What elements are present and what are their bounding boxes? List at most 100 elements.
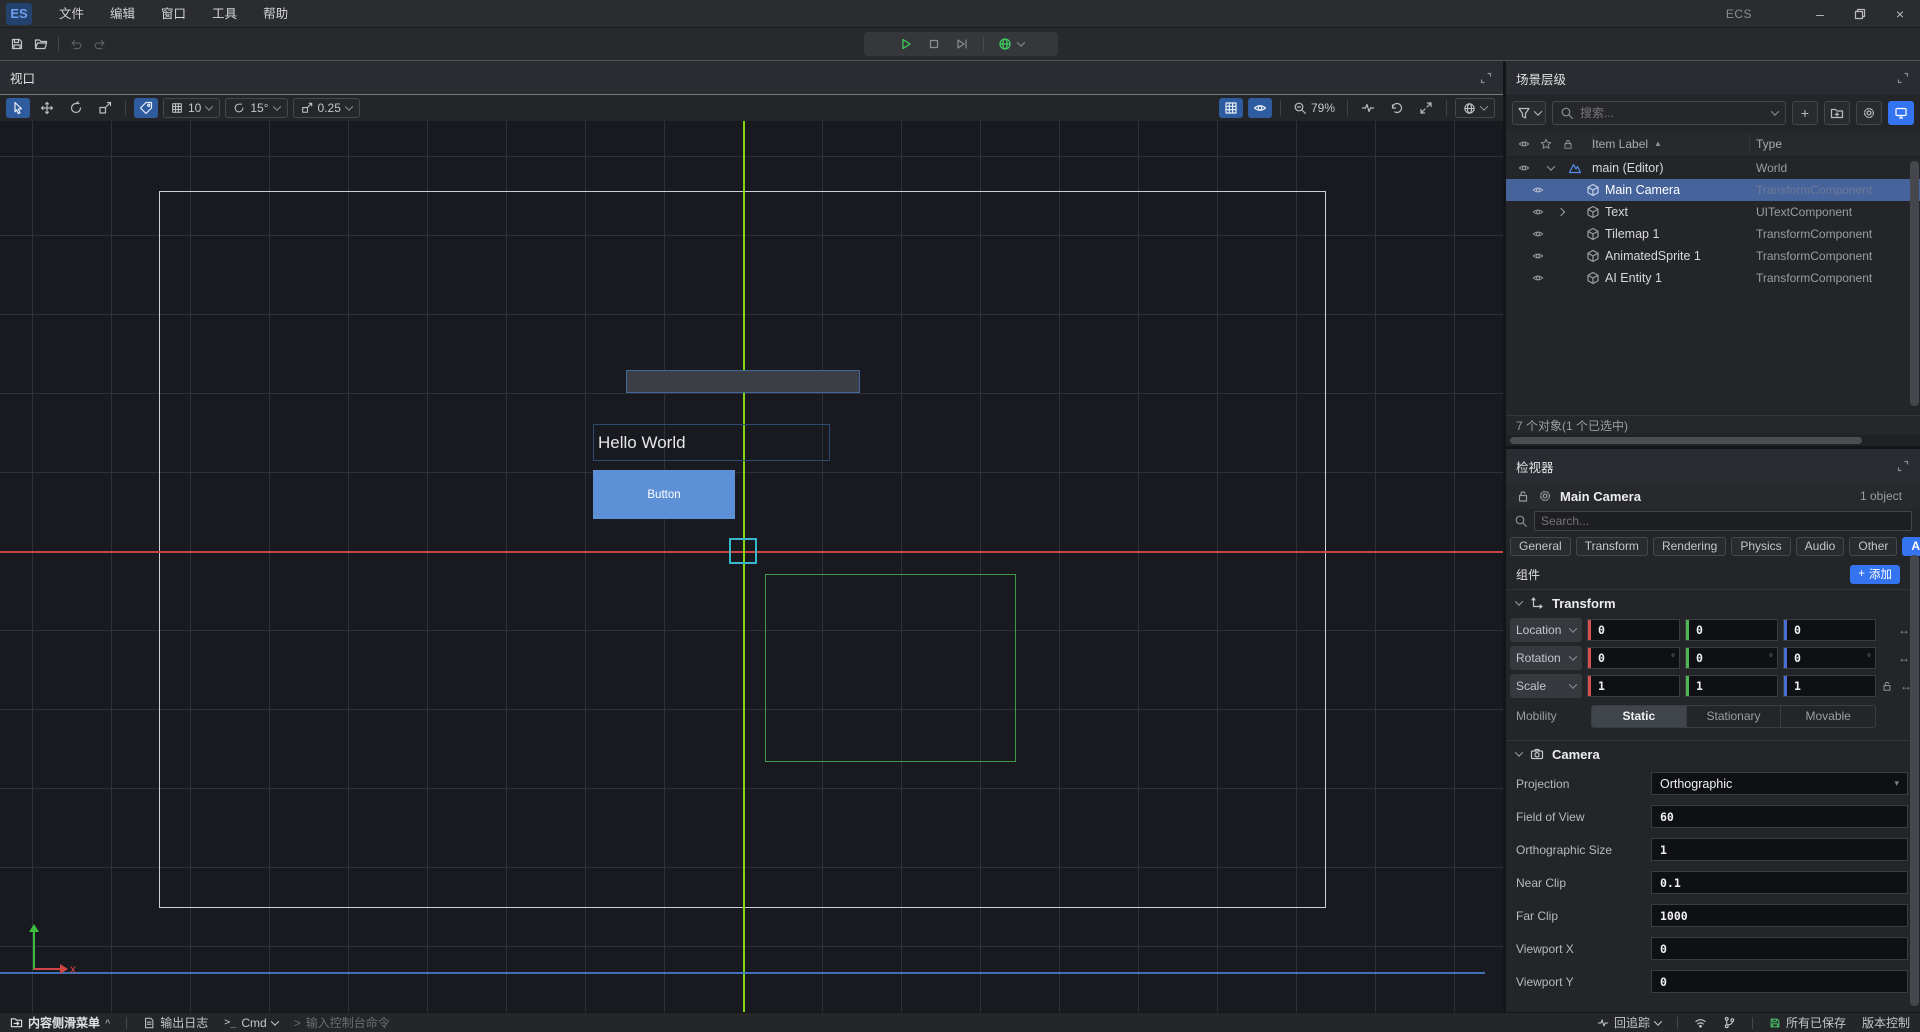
hierarchy-search[interactable]: [1552, 101, 1786, 125]
scale-snap-dropdown[interactable]: 0.25: [293, 98, 360, 118]
scale-z-input[interactable]: 1: [1783, 675, 1876, 697]
inspector-search-input[interactable]: [1541, 514, 1905, 528]
stats-button[interactable]: [1356, 98, 1380, 118]
viewport-y-input[interactable]: 0: [1651, 970, 1908, 993]
scale-y-input[interactable]: 1: [1685, 675, 1778, 697]
mobility-movable[interactable]: Movable: [1781, 706, 1875, 727]
snap-tool-button[interactable]: [134, 98, 158, 118]
minimize-button[interactable]: –: [1800, 0, 1840, 28]
tab-physics[interactable]: Physics: [1731, 537, 1790, 556]
inspector-expand-icon[interactable]: [1896, 459, 1910, 473]
eye-icon[interactable]: [1532, 184, 1544, 196]
scene-canvas[interactable]: Hello World Button x: [0, 121, 1503, 1012]
selected-camera-gizmo[interactable]: [729, 538, 757, 564]
gear-icon[interactable]: [1538, 489, 1552, 503]
menu-window[interactable]: 窗口: [148, 0, 199, 28]
viewport-x-input[interactable]: 0: [1651, 937, 1908, 960]
source-control-button[interactable]: [1723, 1016, 1736, 1029]
star-column-icon[interactable]: [1540, 138, 1552, 150]
zoom-control[interactable]: 79%: [1289, 98, 1339, 118]
all-saved-status[interactable]: 所有已保存: [1769, 1014, 1846, 1031]
new-folder-button[interactable]: [1824, 101, 1850, 125]
mobility-static[interactable]: Static: [1592, 706, 1687, 727]
scale-tool-button[interactable]: [93, 98, 117, 118]
expand-chevron[interactable]: [1557, 208, 1565, 216]
globe-dropdown-chevron[interactable]: [1016, 38, 1024, 46]
menu-tools[interactable]: 工具: [199, 0, 250, 28]
menu-help[interactable]: 帮助: [250, 0, 301, 28]
fullscreen-button[interactable]: [1414, 98, 1438, 118]
location-z-input[interactable]: 0: [1783, 619, 1876, 641]
mobility-stationary[interactable]: Stationary: [1687, 706, 1782, 727]
field-of-view-input[interactable]: 60: [1651, 805, 1908, 828]
network-status[interactable]: [1694, 1016, 1707, 1029]
content-drawer-button[interactable]: 内容侧滑菜单 ^: [10, 1014, 110, 1031]
rotation-z-input[interactable]: 0°: [1783, 647, 1876, 669]
menu-file[interactable]: 文件: [46, 0, 97, 28]
inspector-search-box[interactable]: [1534, 511, 1912, 531]
orthographic-size-input[interactable]: 1: [1651, 838, 1908, 861]
tab-audio[interactable]: Audio: [1796, 537, 1845, 556]
lock-column-icon[interactable]: [1562, 138, 1574, 150]
tree-row-animatedsprite[interactable]: AnimatedSprite 1 TransformComponent: [1506, 245, 1920, 267]
rotation-label-dropdown[interactable]: Rotation: [1510, 646, 1582, 670]
undo-icon[interactable]: [69, 37, 83, 51]
output-log-button[interactable]: 输出日志: [143, 1014, 208, 1031]
scene-panel-outline[interactable]: [765, 574, 1016, 762]
near-clip-input[interactable]: 0.1: [1651, 871, 1908, 894]
globe-icon[interactable]: [998, 37, 1012, 51]
rotation-snap-dropdown[interactable]: 15°: [225, 98, 287, 118]
tree-row-ai-entity[interactable]: AI Entity 1 TransformComponent: [1506, 267, 1920, 289]
scale-label-dropdown[interactable]: Scale: [1510, 674, 1582, 698]
show-grid-button[interactable]: [1219, 98, 1243, 118]
trace-button[interactable]: 回追踪: [1597, 1014, 1661, 1031]
app-logo[interactable]: ES: [6, 3, 32, 25]
collapse-chevron[interactable]: [1547, 162, 1555, 170]
maximize-button[interactable]: [1840, 0, 1880, 28]
tab-all[interactable]: All: [1902, 537, 1920, 556]
tree-row-main-camera[interactable]: Main Camera TransformComponent: [1506, 179, 1920, 201]
hierarchy-expand-icon[interactable]: [1896, 71, 1910, 85]
open-folder-icon[interactable]: [34, 37, 48, 51]
projection-dropdown[interactable]: Orthographic ▾: [1651, 772, 1908, 795]
select-tool-button[interactable]: [6, 98, 30, 118]
rotation-y-input[interactable]: 0°: [1685, 647, 1778, 669]
lock-open-icon[interactable]: [1881, 680, 1893, 692]
hierarchy-hscrollbar[interactable]: [1506, 435, 1920, 446]
tree-row-main[interactable]: main (Editor) World: [1506, 157, 1920, 179]
add-component-button[interactable]: + 添加: [1850, 565, 1900, 584]
reset-view-button[interactable]: [1385, 98, 1409, 118]
close-button[interactable]: ×: [1880, 0, 1920, 28]
tab-general[interactable]: General: [1510, 537, 1571, 556]
redo-icon[interactable]: [93, 37, 107, 51]
viewport-expand-icon[interactable]: [1479, 71, 1493, 85]
tab-other[interactable]: Other: [1849, 537, 1897, 556]
version-control-button[interactable]: 版本控制: [1862, 1014, 1910, 1031]
hierarchy-search-input[interactable]: [1580, 106, 1766, 120]
inspector-vscrollbar[interactable]: [1910, 555, 1919, 1006]
console-input[interactable]: > 输入控制台命令: [294, 1014, 390, 1031]
location-x-input[interactable]: 0: [1587, 619, 1680, 641]
tree-row-tilemap[interactable]: Tilemap 1 TransformComponent: [1506, 223, 1920, 245]
location-y-input[interactable]: 0: [1685, 619, 1778, 641]
hierarchy-settings-button[interactable]: [1856, 101, 1882, 125]
add-entity-button[interactable]: +: [1792, 101, 1818, 125]
tab-transform[interactable]: Transform: [1576, 537, 1648, 556]
link-values-icon[interactable]: ↔: [1898, 623, 1910, 637]
rotate-tool-button[interactable]: [64, 98, 88, 118]
menu-edit[interactable]: 编辑: [97, 0, 148, 28]
scene-button-widget[interactable]: Button: [593, 470, 735, 519]
world-mode-dropdown[interactable]: [1455, 98, 1495, 118]
lock-open-icon[interactable]: [1516, 489, 1530, 503]
eye-icon[interactable]: [1532, 272, 1544, 284]
view-mode-button[interactable]: [1888, 101, 1914, 125]
save-icon[interactable]: [10, 37, 24, 51]
eye-icon[interactable]: [1518, 162, 1530, 174]
stop-icon[interactable]: [927, 37, 941, 51]
hierarchy-vscrollbar[interactable]: [1910, 161, 1919, 406]
eye-column-icon[interactable]: [1518, 138, 1530, 150]
eye-icon[interactable]: [1532, 206, 1544, 218]
location-label-dropdown[interactable]: Location: [1510, 618, 1582, 642]
tree-row-text[interactable]: Text UITextComponent: [1506, 201, 1920, 223]
grid-snap-dropdown[interactable]: 10: [163, 98, 220, 118]
